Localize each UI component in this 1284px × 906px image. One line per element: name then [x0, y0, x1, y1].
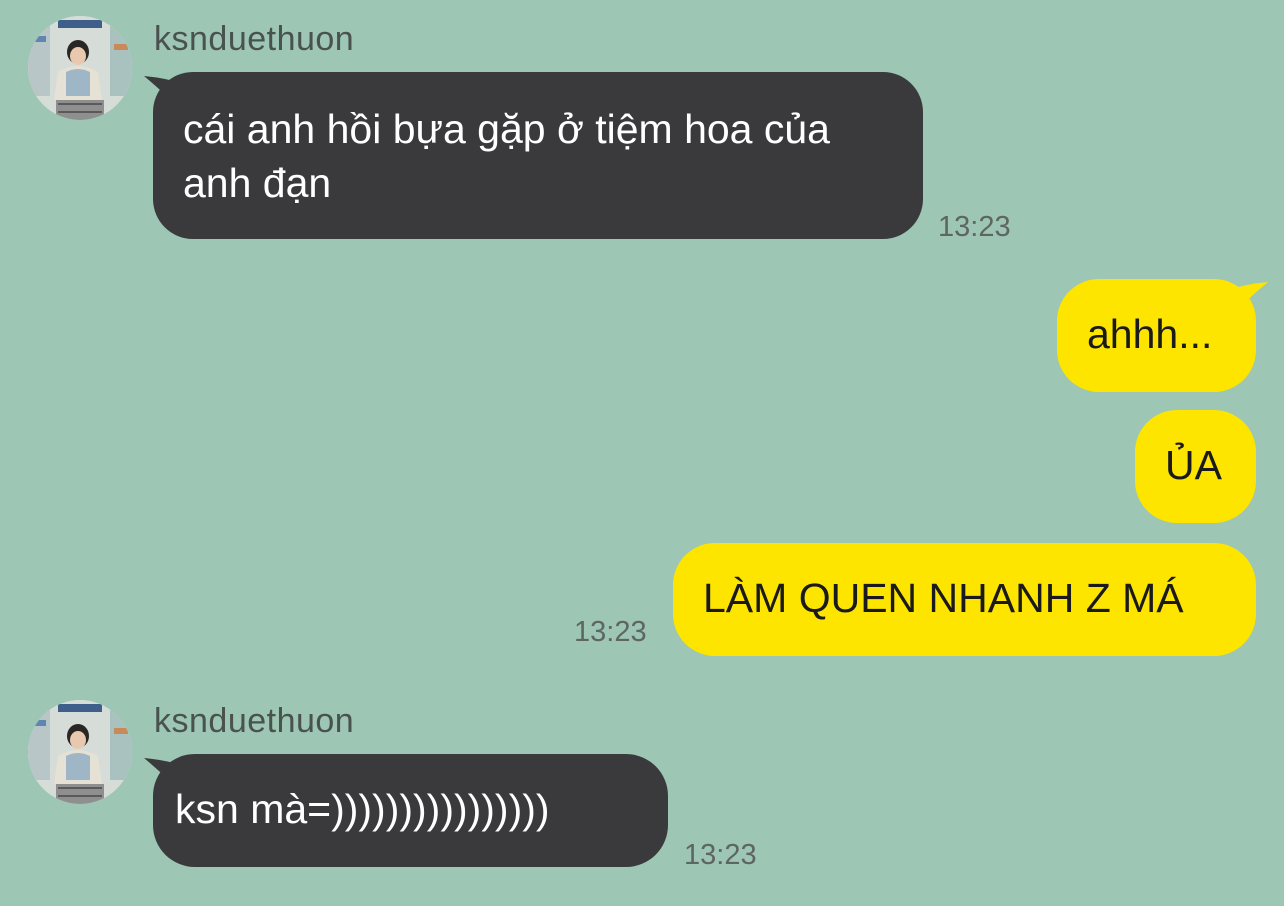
sender-name: ksnduethuon [154, 20, 355, 58]
message-bubble[interactable]: cái anh hồi bựa gặp ở tiệm hoa của anh đ… [153, 72, 923, 239]
message-bubble[interactable]: ksn mà=)))))))))))))))) [153, 754, 668, 867]
message-bubble[interactable]: ỦA [1135, 410, 1256, 523]
sender-name: ksnduethuon [154, 702, 355, 740]
message-timestamp: 13:23 [938, 211, 1011, 243]
message-text: ahhh... [1087, 311, 1213, 357]
avatar-photo-icon [28, 700, 132, 804]
avatar[interactable] [28, 700, 132, 804]
message-text: cái anh hồi bựa gặp ở tiệm hoa của anh đ… [183, 106, 830, 206]
message-bubble[interactable]: ahhh... [1057, 279, 1256, 392]
avatar[interactable] [28, 16, 132, 120]
message-text: LÀM QUEN NHANH Z MÁ [703, 575, 1184, 621]
message-text: ỦA [1165, 442, 1222, 488]
avatar-photo-icon [28, 16, 132, 120]
message-text: ksn mà=)))))))))))))))) [175, 786, 550, 832]
message-timestamp: 13:23 [684, 839, 757, 871]
message-bubble[interactable]: LÀM QUEN NHANH Z MÁ [673, 543, 1256, 656]
message-timestamp: 13:23 [574, 616, 647, 648]
